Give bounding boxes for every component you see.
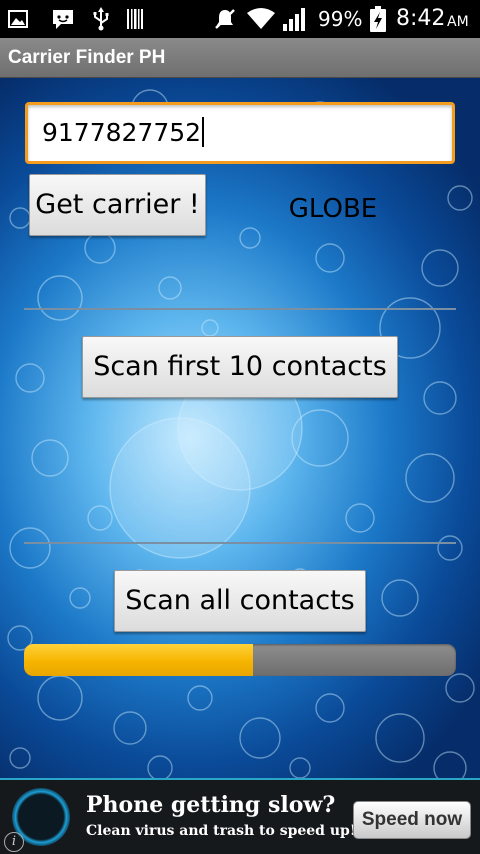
- barcode-icon: [125, 0, 145, 38]
- phone-number-value: 9177827752: [42, 118, 202, 147]
- battery-percent: 99%: [318, 7, 363, 31]
- get-carrier-button[interactable]: Get carrier !: [29, 174, 206, 236]
- scan-progress-fill: [24, 644, 253, 676]
- scan-all-contacts-button[interactable]: Scan all contacts: [114, 570, 366, 632]
- battery-charging-icon: [368, 0, 388, 38]
- wifi-icon: [246, 0, 276, 38]
- title-bar: Carrier Finder PH: [0, 38, 480, 78]
- divider: [24, 308, 456, 310]
- signal-icon: [282, 0, 310, 38]
- clock-time: 8:42: [396, 6, 446, 31]
- image-icon: [6, 0, 30, 38]
- phone-number-input[interactable]: 9177827752: [25, 102, 455, 164]
- ad-subtext: Clean virus and trash to speed up!: [86, 823, 356, 839]
- text-cursor: [202, 117, 205, 147]
- chat-icon: [50, 0, 76, 38]
- divider: [24, 542, 456, 544]
- mute-icon: [212, 0, 238, 38]
- scan-first-10-contacts-button[interactable]: Scan first 10 contacts: [82, 336, 398, 398]
- clock-ampm: AM: [447, 14, 469, 30]
- ad-headline: Phone getting slow?: [86, 792, 336, 818]
- carrier-result: GLOBE: [288, 194, 378, 224]
- speed-now-button[interactable]: Speed now: [353, 801, 471, 839]
- scan-progress-bar: [24, 644, 456, 676]
- ad-info-icon[interactable]: i: [4, 832, 24, 852]
- status-bar: 99% 8:42 AM: [0, 0, 480, 38]
- app-title: Carrier Finder PH: [8, 47, 166, 68]
- usb-icon: [90, 0, 112, 38]
- ad-banner[interactable]: Phone getting slow? Clean virus and tras…: [0, 778, 480, 854]
- main-panel: 9177827752 Get carrier ! GLOBE Scan firs…: [0, 78, 480, 778]
